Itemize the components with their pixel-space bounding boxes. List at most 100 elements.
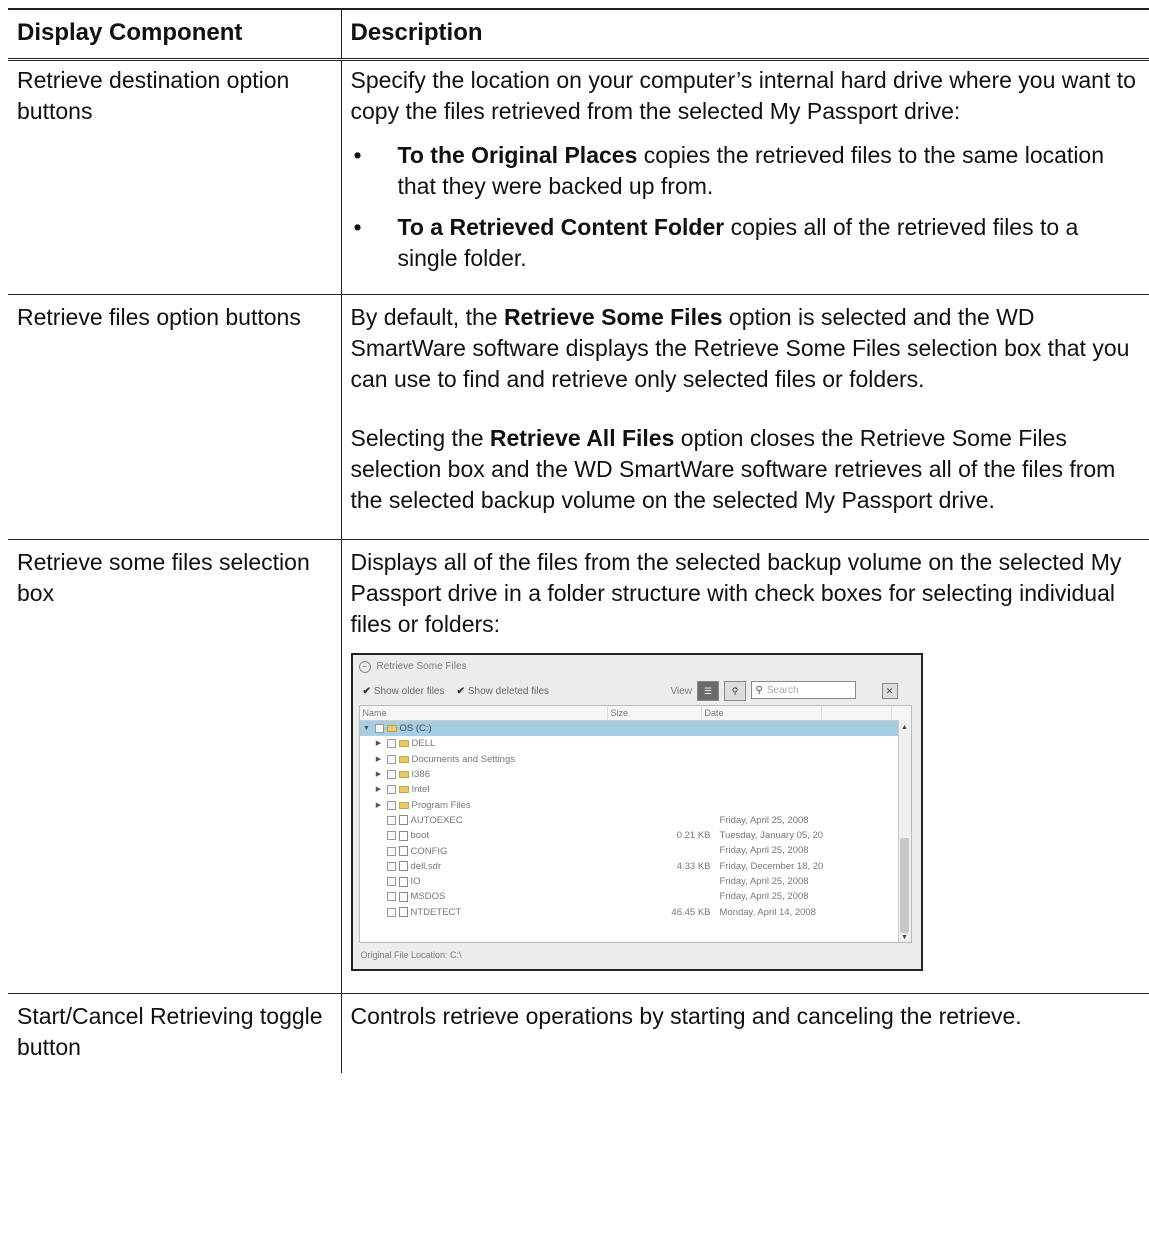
file-icon — [398, 891, 408, 902]
search-input[interactable]: ⚲ Search — [750, 681, 856, 699]
expand-arrow-icon[interactable]: ▶ — [374, 767, 384, 782]
column-date[interactable]: Date — [702, 706, 822, 720]
tree-row[interactable]: ▼ OS (C:) — [359, 721, 911, 737]
description-text: Controls retrieve operations by starting… — [350, 1003, 1022, 1029]
item-date: Friday, April 25, 2008 — [719, 814, 809, 826]
item-name: Program Files — [411, 799, 471, 811]
file-icon — [398, 815, 408, 826]
tree-row[interactable]: ▶ DELL — [360, 736, 911, 751]
description-text: By default, the Retrieve Some Files opti… — [350, 304, 1130, 392]
description-cell: Displays all of the files from the selec… — [341, 540, 1149, 994]
vertical-scrollbar[interactable]: ▲ ▼ — [897, 720, 911, 942]
show-older-files-checkbox[interactable]: ✔ Show older files — [363, 685, 445, 698]
item-size — [622, 889, 716, 904]
list-view-icon[interactable]: ☰ — [697, 681, 719, 701]
component-table: Display Component Description Retrieve d… — [8, 8, 1149, 1073]
tree-row[interactable]: NTDETECT 46.45 KB Monday, April 14, 2008 — [360, 905, 911, 920]
view-controls: View ☰ ⚲ — [671, 681, 746, 701]
panel-header: − Retrieve Some Files — [358, 660, 467, 673]
description-cell: Controls retrieve operations by starting… — [341, 994, 1149, 1074]
item-size — [622, 874, 716, 889]
table-row: Retrieve destination option buttons Spec… — [8, 59, 1149, 295]
description-text: Selecting the Retrieve All Files option … — [350, 425, 1116, 513]
column-name[interactable]: Name — [360, 706, 608, 720]
component-name: Retrieve files option buttons — [8, 294, 342, 540]
expand-arrow-icon[interactable]: ▶ — [374, 782, 384, 797]
table-row: Retrieve files option buttons By default… — [8, 294, 1149, 540]
item-size — [622, 736, 716, 751]
tree-row[interactable]: ▶ I386 — [360, 767, 911, 782]
component-name: Start/Cancel Retrieving toggle button — [8, 993, 342, 1073]
tree-row[interactable]: ▶ Intel — [360, 782, 911, 797]
select-checkbox[interactable] — [386, 907, 396, 917]
original-file-location: Original File Location: C:\ — [360, 950, 462, 960]
select-checkbox[interactable] — [374, 724, 384, 734]
item-date: Tuesday, January 05, 20 — [719, 830, 824, 842]
select-checkbox[interactable] — [386, 861, 396, 871]
column-size[interactable]: Size — [608, 706, 702, 720]
expand-arrow-icon[interactable]: ▶ — [374, 736, 384, 751]
select-checkbox[interactable] — [386, 754, 396, 764]
list-item: • To the Original Places copies the retri… — [351, 140, 1142, 202]
select-checkbox[interactable] — [386, 815, 396, 825]
select-checkbox[interactable] — [386, 739, 396, 749]
collapse-icon[interactable]: − — [358, 660, 371, 673]
tree-row[interactable]: ▶ Program Files — [360, 797, 911, 812]
tree-row[interactable]: IO Friday, April 25, 2008 — [360, 874, 911, 889]
item-name: I386 — [411, 769, 431, 781]
select-checkbox[interactable] — [386, 846, 396, 856]
select-checkbox[interactable] — [386, 892, 396, 902]
magnifier-view-icon[interactable]: ⚲ — [724, 681, 746, 701]
tree-row[interactable]: dell.sdr 4.33 KB Friday, December 18, 20 — [360, 859, 911, 874]
retrieve-some-files-screenshot: − Retrieve Some Files ✔ Show older files … — [350, 653, 923, 971]
select-checkbox[interactable] — [386, 785, 396, 795]
folder-icon — [398, 755, 409, 763]
item-date: Friday, April 25, 2008 — [719, 891, 809, 903]
item-size — [622, 843, 716, 858]
table-row: Start/Cancel Retrieving toggle button Co… — [8, 993, 1149, 1074]
bullet-icon: • — [353, 142, 362, 168]
description-text: Specify the location on your computer’s … — [350, 67, 1136, 124]
option-name: To the Original Places — [397, 142, 638, 168]
expand-arrow-icon[interactable]: ▶ — [374, 798, 384, 813]
item-size: 4.33 KB — [676, 860, 711, 872]
item-size — [622, 767, 716, 782]
tree-row[interactable]: boot 0.21 KB Tuesday, January 05, 20 — [360, 828, 911, 843]
expand-arrow-icon[interactable]: ▶ — [374, 752, 384, 767]
search-placeholder: Search — [766, 684, 799, 696]
clear-search-button[interactable]: ✕ — [881, 683, 898, 699]
scroll-up-icon[interactable]: ▲ — [899, 721, 911, 731]
item-name: MSDOS — [410, 891, 446, 903]
tree-row[interactable]: AUTOEXEC Friday, April 25, 2008 — [360, 813, 911, 828]
tree-row[interactable]: CONFIG Friday, April 25, 2008 — [360, 843, 911, 858]
tree-row[interactable]: ▶ Documents and Settings — [360, 752, 911, 767]
show-deleted-files-checkbox[interactable]: ✔ Show deleted files — [456, 685, 549, 698]
file-icon — [398, 830, 408, 841]
select-checkbox[interactable] — [386, 877, 396, 887]
item-size — [622, 752, 716, 767]
item-size — [622, 782, 716, 797]
panel-title: Retrieve Some Files — [376, 661, 467, 672]
item-size — [622, 797, 716, 812]
bullet-icon: • — [353, 214, 362, 240]
item-size — [622, 813, 716, 828]
item-size — [610, 721, 704, 736]
select-checkbox[interactable] — [386, 770, 396, 780]
search-icon: ⚲ — [755, 684, 763, 696]
file-icon — [398, 846, 408, 857]
item-date: Friday, April 25, 2008 — [719, 875, 809, 887]
tree-row[interactable]: MSDOS Friday, April 25, 2008 — [360, 889, 911, 904]
item-date — [716, 736, 906, 751]
expanded-arrow-icon[interactable]: ▼ — [362, 721, 372, 736]
option-name: To a Retrieved Content Folder — [397, 214, 725, 240]
item-name: Intel — [411, 784, 430, 796]
scroll-down-icon[interactable]: ▼ — [899, 931, 911, 941]
file-icon — [398, 876, 408, 887]
filter-options: ✔ Show older files ✔ Show deleted files — [363, 685, 550, 698]
description-cell: Specify the location on your computer’s … — [341, 60, 1149, 295]
select-checkbox[interactable] — [386, 831, 396, 841]
item-date: Monday, April 14, 2008 — [719, 906, 816, 918]
scrollbar-thumb[interactable] — [899, 838, 909, 933]
select-checkbox[interactable] — [386, 800, 396, 810]
bullet-list: • To the Original Places copies the retri… — [351, 140, 1142, 274]
